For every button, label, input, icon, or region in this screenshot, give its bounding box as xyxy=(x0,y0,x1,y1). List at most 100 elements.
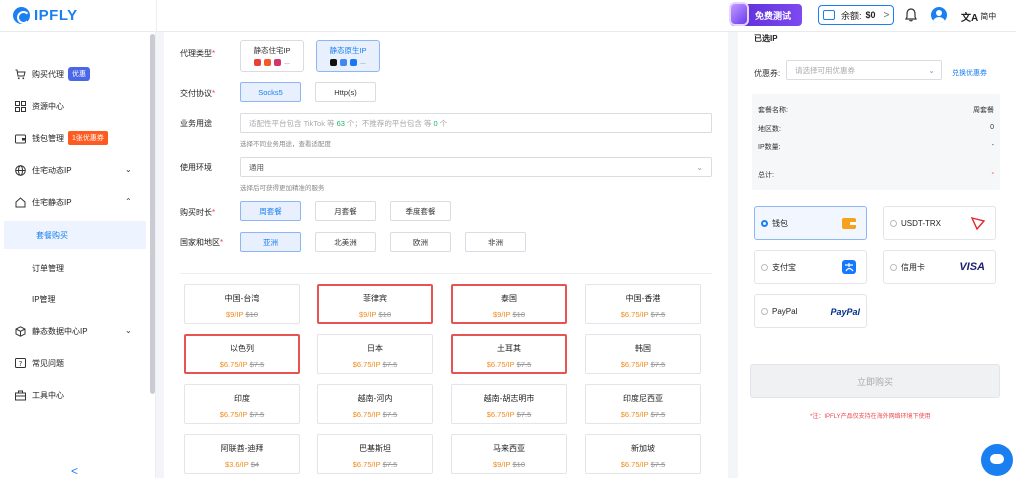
location-price: $6.75/IP $7.5 xyxy=(352,460,398,469)
payment-paypal[interactable]: PayPal PayPal xyxy=(754,294,867,328)
location-card[interactable]: 菲律宾 $9/IP $10 xyxy=(317,284,433,324)
proxy-type-static-residential[interactable]: 静态住宅IP ... xyxy=(240,40,304,72)
sidebar-item-tools[interactable]: 工具中心 xyxy=(0,381,150,409)
order-panel: 已选IP 优惠券: 请选择可用优惠券 ⌄ 兑换优惠券 套餐名称: 周套餐 地区数:… xyxy=(738,32,1016,478)
location-price: $9/IP $10 xyxy=(225,310,259,319)
sidebar-scrollbar[interactable] xyxy=(150,34,155,394)
location-name: 中国-台湾 xyxy=(224,294,260,303)
top-bar: IPFLY 免费测试 余额: $0 > 文A 简中 xyxy=(0,0,1016,32)
chevron-down-icon: ⌄ xyxy=(696,163,703,172)
usage-label: 业务用途 xyxy=(180,119,212,128)
sidebar-item-label: 钱包管理 xyxy=(32,133,64,143)
radio-icon xyxy=(761,307,768,315)
sidebar-item-label: 常见问题 xyxy=(32,358,64,368)
sidebar-item-residential-static[interactable]: 住宅静态IP ⌃ xyxy=(0,188,150,216)
brand-logo[interactable]: IPFLY xyxy=(13,7,78,24)
platform-icon xyxy=(274,59,282,66)
region-africa[interactable]: 非洲 xyxy=(465,232,526,252)
chat-support-icon[interactable] xyxy=(981,444,1013,476)
location-price: $6.75/IP $7.5 xyxy=(352,410,398,419)
sidebar: 购买代理 优惠 资源中心 钱包管理 1张优惠券 住宅动态IP ⌄ 住宅静态IP … xyxy=(0,32,156,478)
sidebar-item-buy-proxy[interactable]: 购买代理 优惠 xyxy=(0,60,150,88)
location-card[interactable]: 巴基斯坦 $6.75/IP $7.5 xyxy=(317,434,433,474)
location-name: 韩国 xyxy=(635,344,651,353)
duration-monthly[interactable]: 月套餐 xyxy=(315,201,376,221)
location-name: 中国-香港 xyxy=(625,294,661,303)
location-card[interactable]: 中国-香港 $6.75/IP $7.5 xyxy=(585,284,701,324)
environment-label: 使用环境 xyxy=(180,163,212,172)
sidebar-item-datacenter[interactable]: 静态数据中心IP ⌄ xyxy=(0,317,150,345)
coupon-select[interactable]: 请选择可用优惠券 ⌄ xyxy=(786,60,942,80)
language-switcher[interactable]: 文A 简中 xyxy=(961,9,996,24)
location-card[interactable]: 中国-台湾 $9/IP $10 xyxy=(184,284,300,324)
location-card[interactable]: 日本 $6.75/IP $7.5 xyxy=(317,334,433,374)
sidebar-item-ip-management[interactable]: IP管理 xyxy=(0,285,150,313)
platform-icon xyxy=(264,59,272,66)
location-card[interactable]: 韩国 $6.75/IP $7.5 xyxy=(585,334,701,374)
payment-usdt[interactable]: USDT-TRX xyxy=(883,206,996,240)
summary-regions: 地区数: 0 xyxy=(758,124,994,133)
location-name: 印度 xyxy=(234,394,250,403)
tron-icon xyxy=(971,217,985,230)
location-card[interactable]: 印度尼西亚 $6.75/IP $7.5 xyxy=(585,384,701,424)
sidebar-item-orders[interactable]: 订单管理 xyxy=(0,254,150,282)
location-name: 巴基斯坦 xyxy=(359,444,391,453)
location-price: $6.75/IP $7.5 xyxy=(620,460,666,469)
radio-icon xyxy=(890,263,897,271)
avatar[interactable] xyxy=(931,7,947,23)
location-name: 土耳其 xyxy=(497,344,521,353)
sidebar-item-label: 资源中心 xyxy=(32,101,64,111)
location-card[interactable]: 马来西亚 $9/IP $10 xyxy=(451,434,567,474)
region-north-america[interactable]: 北美洲 xyxy=(315,232,376,252)
protocol-socks5[interactable]: Socks5 xyxy=(240,82,301,102)
region-asia[interactable]: 亚洲 xyxy=(240,232,301,252)
location-price: $6.75/IP $7.5 xyxy=(620,360,666,369)
free-trial-label: 免费测试 xyxy=(754,10,791,21)
sidebar-item-label: 工具中心 xyxy=(32,390,64,400)
environment-select[interactable]: 通用 ⌄ xyxy=(240,157,712,177)
buy-now-button[interactable]: 立即购买 xyxy=(750,364,1000,398)
region-europe[interactable]: 欧洲 xyxy=(390,232,451,252)
location-card[interactable]: 新加坡 $6.75/IP $7.5 xyxy=(585,434,701,474)
sidebar-item-wallet[interactable]: 钱包管理 1张优惠券 xyxy=(0,124,150,152)
globe-icon xyxy=(15,164,26,176)
redeem-coupon-link[interactable]: 兑换优惠券 xyxy=(952,68,987,78)
toolbox-icon xyxy=(15,390,26,400)
location-card[interactable]: 越南-河内 $6.75/IP $7.5 xyxy=(317,384,433,424)
chevron-down-icon: ⌄ xyxy=(928,66,935,75)
location-card[interactable]: 越南-胡志明市 $6.75/IP $7.5 xyxy=(451,384,567,424)
duration-weekly[interactable]: 周套餐 xyxy=(240,201,301,221)
sidebar-item-label: 套餐购买 xyxy=(36,230,68,240)
location-price: $6.75/IP $7.5 xyxy=(219,360,265,369)
collapse-sidebar-icon[interactable]: < xyxy=(71,464,78,478)
proxy-type-label-text: 静态住宅IP xyxy=(253,46,291,55)
location-card[interactable]: 以色列 $6.75/IP $7.5 xyxy=(184,334,300,374)
svg-text:?: ? xyxy=(19,360,23,368)
question-icon: ? xyxy=(15,357,26,368)
bell-icon[interactable] xyxy=(905,8,917,22)
location-price: $3.6/IP $4 xyxy=(224,460,260,469)
location-name: 日本 xyxy=(367,344,383,353)
usage-input[interactable]: 适配性平台包含 TikTok 等 63 个；不推荐的平台包含 等0个 xyxy=(240,113,712,133)
location-card[interactable]: 泰国 $9/IP $10 xyxy=(451,284,567,324)
location-card[interactable]: 阿联酋-迪拜 $3.6/IP $4 xyxy=(184,434,300,474)
duration-quarterly[interactable]: 季度套餐 xyxy=(390,201,451,221)
sidebar-item-residential-dynamic[interactable]: 住宅动态IP ⌄ xyxy=(0,156,150,184)
sidebar-item-package-purchase[interactable]: 套餐购买 xyxy=(4,221,146,249)
payment-alipay[interactable]: 支付宝 xyxy=(754,250,867,284)
grid-icon xyxy=(15,100,26,112)
chevron-up-icon: ⌃ xyxy=(125,197,132,206)
chevron-down-icon: ⌄ xyxy=(125,326,132,335)
balance-button[interactable]: 余额: $0 > xyxy=(818,5,894,25)
payment-wallet[interactable]: 钱包 xyxy=(754,206,867,240)
payment-credit-card[interactable]: 信用卡 VISA xyxy=(883,250,996,284)
sidebar-item-faq[interactable]: ? 常见问题 xyxy=(0,349,150,377)
duration-label: 购买时长* xyxy=(180,208,216,217)
location-card[interactable]: 印度 $6.75/IP $7.5 xyxy=(184,384,300,424)
proxy-type-static-native[interactable]: 静态原生IP ... xyxy=(316,40,380,72)
protocol-https[interactable]: Http(s) xyxy=(315,82,376,102)
sidebar-item-resources[interactable]: 资源中心 xyxy=(0,92,150,120)
location-price: $6.75/IP $7.5 xyxy=(620,410,666,419)
location-card[interactable]: 土耳其 $6.75/IP $7.5 xyxy=(451,334,567,374)
location-price: $6.75/IP $7.5 xyxy=(620,310,666,319)
